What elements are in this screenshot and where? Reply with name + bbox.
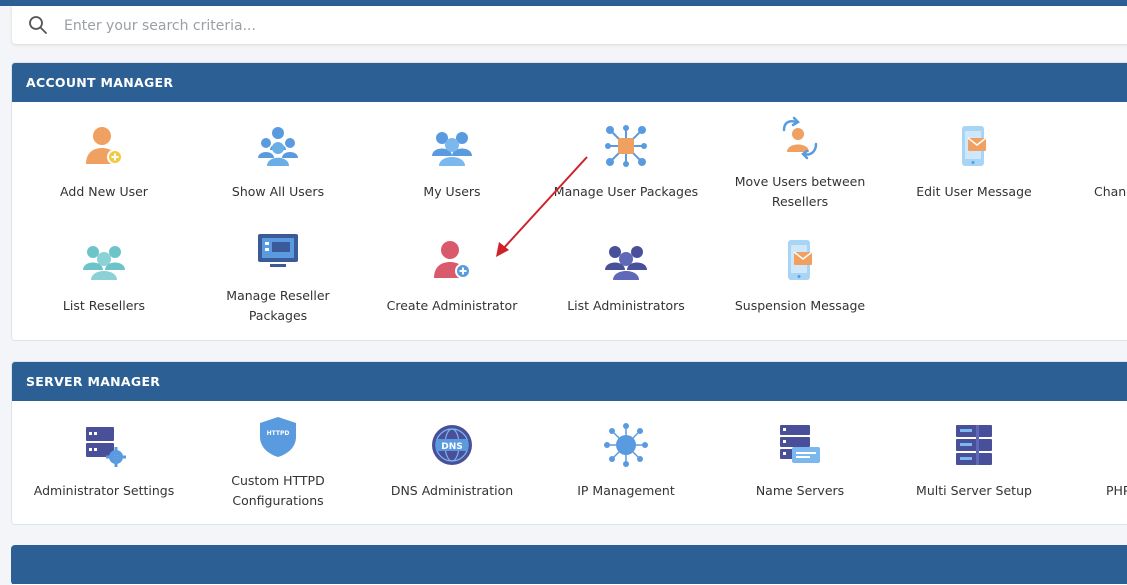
search-bar — [12, 6, 1127, 44]
create-admin-icon — [434, 241, 471, 279]
httpd-shield-icon: HTTPD — [260, 417, 296, 457]
name-servers-icon — [780, 425, 820, 463]
multi-server-setup-label: Multi Server Setup — [916, 483, 1032, 498]
list-resellers-label: List Resellers — [62, 298, 146, 313]
server-settings-icon — [86, 427, 126, 467]
ip-management-label: IP Management — [577, 483, 675, 498]
change-label: Chang — [1094, 184, 1127, 199]
add-new-user-label: Add New User — [60, 184, 148, 199]
my-users-label: My Users — [423, 184, 481, 199]
move-users-label-line1: Move Users between — [734, 174, 866, 189]
custom-httpd-label-line1: Custom HTTPD — [231, 473, 325, 488]
manage-user-packages-label: Manage User Packages — [553, 184, 699, 199]
add-user-icon — [86, 127, 123, 165]
name-servers-label: Name Servers — [755, 483, 845, 498]
monitor-icon — [258, 234, 298, 267]
search-icon[interactable] — [28, 15, 48, 35]
manage-reseller-packages-label-line1: Manage Reseller — [226, 288, 330, 303]
show-all-users-label: Show All Users — [231, 184, 325, 199]
edit-user-message-label: Edit User Message — [916, 184, 1032, 199]
my-users-icon — [432, 132, 472, 166]
httpd-badge-text: HTTPD — [267, 430, 290, 437]
server-manager-panel: SERVER MANAGER Administrator Settings HT… — [11, 361, 1127, 525]
custom-httpd-label-line2: Configurations — [232, 493, 324, 508]
create-administrator-label: Create Administrator — [386, 298, 518, 313]
next-section-header — [11, 545, 1127, 584]
multi-server-icon — [956, 425, 992, 465]
next-section-panel — [11, 545, 1127, 585]
phone-message-icon — [962, 126, 987, 166]
dns-badge-text: DNS — [441, 442, 463, 452]
list-administrators-label: List Administrators — [567, 298, 685, 313]
account-manager-panel: ACCOUNT MANAGER Add New User Show All Us… — [11, 62, 1127, 341]
account-manager-header: ACCOUNT MANAGER — [12, 63, 1127, 102]
php-config-label: PHP C — [1106, 483, 1127, 498]
dns-administration-label: DNS Administration — [390, 483, 514, 498]
dns-globe-icon: DNS — [432, 425, 472, 465]
packages-network-icon — [605, 125, 647, 167]
server-manager-header: SERVER MANAGER — [12, 362, 1127, 401]
admins-group-icon — [605, 246, 647, 280]
users-group-icon — [258, 127, 298, 166]
resellers-icon — [83, 246, 125, 280]
move-users-icon — [782, 116, 818, 160]
suspension-message-label: Suspension Message — [734, 298, 866, 313]
ip-network-icon — [604, 423, 648, 467]
move-users-label-line2: Resellers — [771, 194, 829, 209]
search-input[interactable] — [62, 13, 966, 39]
suspension-message-icon — [788, 240, 813, 280]
administrator-settings-label: Administrator Settings — [33, 483, 175, 498]
manage-reseller-packages-label-line2: Packages — [248, 308, 308, 323]
